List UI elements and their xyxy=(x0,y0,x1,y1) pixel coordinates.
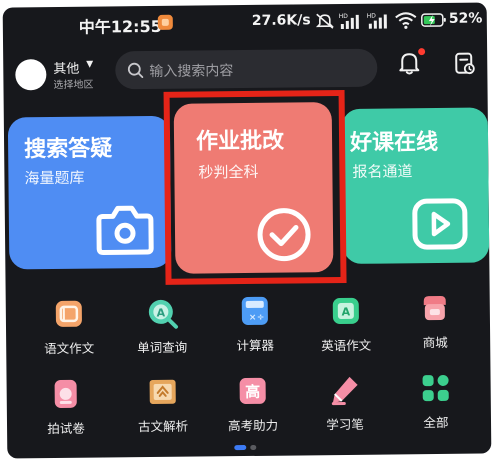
svg-text:HD: HD xyxy=(339,13,349,20)
grid-item-label: 单词查询 xyxy=(137,339,188,356)
battery-percent: 52% xyxy=(448,10,483,27)
calculator-icon: × ÷ xyxy=(241,296,268,325)
play-icon xyxy=(412,198,468,250)
card-title: 好课在线 xyxy=(349,129,439,156)
grid-item-label: 英语作文 xyxy=(321,337,372,354)
grid-item-label: 古文解析 xyxy=(137,418,189,435)
all-apps-icon xyxy=(422,374,449,402)
card-subtitle: 报名通道 xyxy=(352,162,413,181)
grid-item-all[interactable]: 全部 xyxy=(390,371,481,442)
avatar[interactable] xyxy=(15,59,47,91)
svg-text:高: 高 xyxy=(245,383,260,401)
page-dot-active xyxy=(234,445,247,451)
region-selector[interactable]: 其他 xyxy=(53,58,79,77)
search-placeholder: 输入搜索内容 xyxy=(149,63,234,81)
grid-item-label: 计算器 xyxy=(236,337,275,354)
scan-paper-icon xyxy=(54,379,77,408)
battery-icon xyxy=(421,13,446,27)
search-icon xyxy=(127,62,144,78)
network-speed: 27.6K/s xyxy=(251,12,311,29)
search-input[interactable]: 输入搜索内容 xyxy=(115,48,378,90)
grid-item-label: 商城 xyxy=(422,334,448,351)
highlight-box xyxy=(163,89,347,285)
card-title: 搜索答疑 xyxy=(24,136,113,163)
signal-icon-1: HD xyxy=(339,13,359,30)
word-lookup-icon: A xyxy=(148,299,179,329)
grid-item-label: 高考助力 xyxy=(227,417,279,434)
caret-down-icon[interactable]: ▼ xyxy=(86,60,93,70)
grid-item-classical-text[interactable]: 古文解析 xyxy=(118,374,209,445)
svg-text:÷: ÷ xyxy=(257,313,265,323)
card-online-course[interactable]: 好课在线 报名通道 xyxy=(341,107,490,264)
card-subtitle: 海量题库 xyxy=(24,168,85,188)
grid-item-shop[interactable]: 商城 xyxy=(390,291,481,362)
gaokao-icon: 高 xyxy=(239,377,266,405)
grid-item-word-lookup[interactable]: A 单词查询 xyxy=(117,295,208,366)
grid-item-english-essay[interactable]: A 英语作文 xyxy=(301,293,392,364)
svg-text:A: A xyxy=(342,305,351,318)
camera-icon xyxy=(96,205,154,256)
svg-text:HD: HD xyxy=(367,13,377,20)
classical-text-icon xyxy=(149,379,176,404)
bell-icon[interactable] xyxy=(398,51,420,75)
grid-item-chinese-essay[interactable]: 语文作文 xyxy=(24,296,115,367)
grid-item-label: 语文作文 xyxy=(44,340,95,357)
signal-icon-2: HD xyxy=(367,13,387,29)
grid-item-scan-paper[interactable]: 拍试卷 xyxy=(21,376,112,447)
card-search-answer[interactable]: 搜索答疑 海量题库 xyxy=(7,115,172,270)
grid-item-label: 拍试卷 xyxy=(47,420,85,437)
mute-icon xyxy=(315,13,334,29)
grid-item-study-pen[interactable]: 学习笔 xyxy=(299,373,390,444)
svg-text:×: × xyxy=(249,313,257,323)
grid-item-label: 全部 xyxy=(423,414,449,431)
message-icon[interactable] xyxy=(454,52,476,76)
grid-item-gaokao[interactable]: 高 高考助力 xyxy=(208,373,299,444)
grid-item-label: 学习笔 xyxy=(326,416,364,433)
chinese-essay-icon xyxy=(55,300,82,327)
notification-app-icon xyxy=(157,14,173,30)
english-essay-icon: A xyxy=(332,297,359,325)
region-hint: 选择地区 xyxy=(53,79,94,92)
grid-item-calculator[interactable]: × ÷ 计算器 xyxy=(210,293,301,364)
status-bar: 中午12:55 27.6K/s HD HD 52% xyxy=(3,2,487,41)
page-indicator xyxy=(234,444,264,451)
svg-text:A: A xyxy=(157,306,166,319)
page-dot xyxy=(250,444,257,450)
study-pen-icon xyxy=(331,376,358,406)
status-time: 中午12:55 xyxy=(78,16,162,37)
phone-screen: 中午12:55 27.6K/s HD HD 52% 其他 ▼ 选择地区 输入搜索… xyxy=(2,2,492,459)
shop-icon xyxy=(423,295,446,321)
wifi-icon xyxy=(395,12,417,29)
notification-badge xyxy=(418,48,426,56)
